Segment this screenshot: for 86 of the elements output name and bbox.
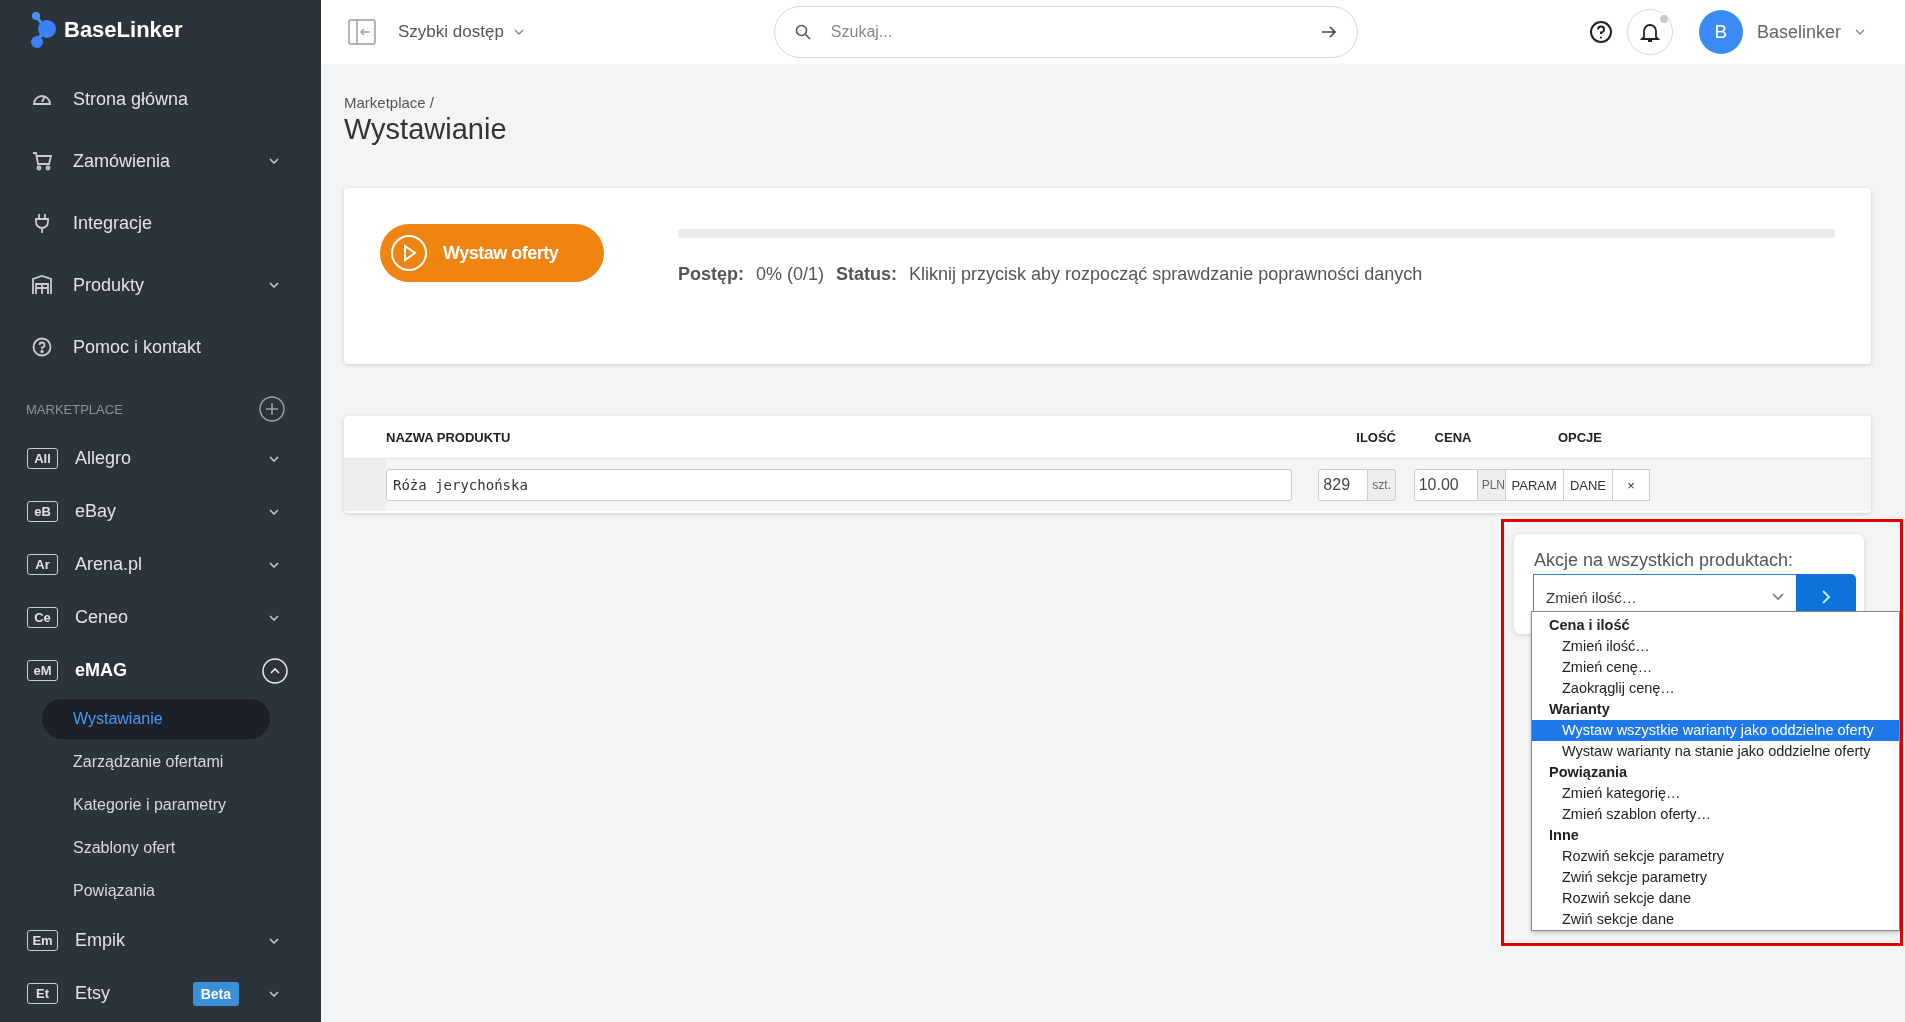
marketplace-item[interactable]: Et Etsy Beta xyxy=(0,967,321,1020)
bell-icon xyxy=(1638,21,1661,43)
option-button[interactable]: PARAM xyxy=(1504,469,1564,501)
add-icon[interactable] xyxy=(259,396,285,422)
column-header: NAZWA PRODUKTU xyxy=(386,429,512,445)
marketplace-badge: eM xyxy=(27,660,58,681)
dropdown-option[interactable]: Rozwiń sekcje dane xyxy=(1532,888,1899,909)
dropdown-option[interactable]: Rozwiń sekcje parametry xyxy=(1532,846,1899,867)
marketplace-badge: Em xyxy=(27,930,58,951)
marketplace-item[interactable]: Ce Ceneo xyxy=(0,591,321,644)
chevron-up-icon[interactable] xyxy=(262,657,288,684)
chevron-down-icon xyxy=(269,990,279,997)
marketplace-badge: Ce xyxy=(27,607,58,628)
chevron-down-icon xyxy=(269,937,279,944)
progress-value: 0% (0/1) xyxy=(756,264,825,285)
column-header: OPCJE xyxy=(1556,429,1604,445)
marketplace-item[interactable]: eB eBay xyxy=(0,485,321,538)
chevron-down-icon xyxy=(269,282,279,288)
dropdown-option[interactable]: Zmień cenę… xyxy=(1532,657,1899,678)
sidebar-toggle-icon[interactable] xyxy=(348,19,376,45)
dropdown-option[interactable]: Zmień kategorię… xyxy=(1532,783,1899,804)
arrow-right-icon[interactable] xyxy=(1320,26,1337,38)
option-button[interactable]: DANE xyxy=(1562,469,1613,501)
play-icon xyxy=(390,234,428,272)
chevron-down-icon xyxy=(1855,29,1865,35)
column-header: ILOŚĆ xyxy=(1355,429,1396,445)
search-field[interactable]: Szukaj... xyxy=(828,22,1303,42)
logo-icon xyxy=(28,10,58,50)
help-icon[interactable] xyxy=(1588,20,1613,44)
dropdown-option[interactable]: Zmień ilość… xyxy=(1532,636,1899,657)
dropdown-option[interactable]: Wystaw wszystkie warianty jako oddzielne oferty xyxy=(1532,720,1899,741)
price-field[interactable]: 10.00 xyxy=(1413,469,1478,501)
nav-item[interactable]: Pomoc i kontakt xyxy=(0,316,321,378)
chevron-down-icon xyxy=(513,29,524,35)
nav-item[interactable]: Integracje xyxy=(0,192,321,254)
chevron-right-icon xyxy=(1821,589,1831,605)
chevron-down-icon xyxy=(269,614,279,621)
product-name-field[interactable]: Róża jerychońska xyxy=(386,469,1292,501)
dropdown-option[interactable]: Wystaw warianty na stanie jako oddzielne oferty xyxy=(1532,741,1899,762)
actions-label: Akcje na wszystkich produktach: xyxy=(1534,550,1795,571)
submenu-item[interactable]: Szablony ofert xyxy=(42,828,270,868)
cart-icon xyxy=(31,150,53,172)
option-group-label: Inne xyxy=(1548,826,1580,845)
marketplace-badge: eB xyxy=(27,501,58,522)
nav-item[interactable]: Strona główna xyxy=(0,68,321,130)
marketplace-item[interactable]: Em Empik xyxy=(0,914,321,967)
quantity-field[interactable]: 829 xyxy=(1318,469,1369,501)
marketplace-badge: Ar xyxy=(27,554,58,575)
help-icon xyxy=(31,336,53,358)
dropdown-option[interactable]: Zmień szablon oferty… xyxy=(1532,804,1899,825)
beta-tag: Beta xyxy=(192,981,239,1006)
search-icon xyxy=(794,24,811,40)
chevron-down-icon xyxy=(269,561,279,568)
option-group-label: Powiązania xyxy=(1548,763,1629,782)
marketplace-item[interactable]: eM eMAG xyxy=(0,644,321,697)
section-title: MARKETPLACE xyxy=(26,401,123,417)
nav-item[interactable]: Zamówienia xyxy=(0,130,321,192)
dropdown-option[interactable]: Zaokrąglij cenę… xyxy=(1532,678,1899,699)
dropdown-option[interactable]: Zwiń sekcje dane xyxy=(1532,909,1899,930)
column-header: CENA xyxy=(1433,429,1473,445)
status-label: Status: xyxy=(836,264,898,285)
chevron-down-icon xyxy=(269,455,279,462)
marketplace-item[interactable]: Ar Arena.pl xyxy=(0,538,321,591)
chevron-down-icon xyxy=(269,158,279,164)
submenu-item[interactable]: Wystawianie xyxy=(42,699,270,739)
submenu-item[interactable]: Zarządzanie ofertami xyxy=(42,742,270,782)
quick-access-button[interactable]: Szybki dostęp xyxy=(398,22,524,42)
unit-label: szt. xyxy=(1368,469,1396,501)
chevron-down-icon xyxy=(269,508,279,515)
marketplace-badge: Et xyxy=(27,983,58,1004)
submenu-item[interactable]: Kategorie i parametry xyxy=(42,785,270,825)
user-name[interactable]: Baselinker xyxy=(1756,21,1841,43)
marketplace-item[interactable]: All Allegro xyxy=(0,432,321,485)
page-title: Wystawianie xyxy=(344,113,508,146)
dropdown-option[interactable]: Zwiń sekcje parametry xyxy=(1532,867,1899,888)
option-button[interactable]: × xyxy=(1612,469,1650,501)
submenu-item[interactable]: Powiązania xyxy=(42,871,270,911)
nav-item[interactable]: Produkty xyxy=(0,254,321,316)
marketplace-badge: All xyxy=(27,448,58,469)
progress-label: Postęp: xyxy=(678,264,744,285)
status-text: Kliknij przycisk aby rozpocząć sprawdzanie poprawności danych xyxy=(909,264,1423,285)
logo-text[interactable]: BaseLinker xyxy=(64,17,183,43)
option-group-label: Warianty xyxy=(1548,700,1611,719)
chevron-down-icon xyxy=(1772,593,1784,601)
breadcrumb[interactable]: Marketplace / xyxy=(344,94,1871,111)
warehouse-icon xyxy=(31,274,53,296)
